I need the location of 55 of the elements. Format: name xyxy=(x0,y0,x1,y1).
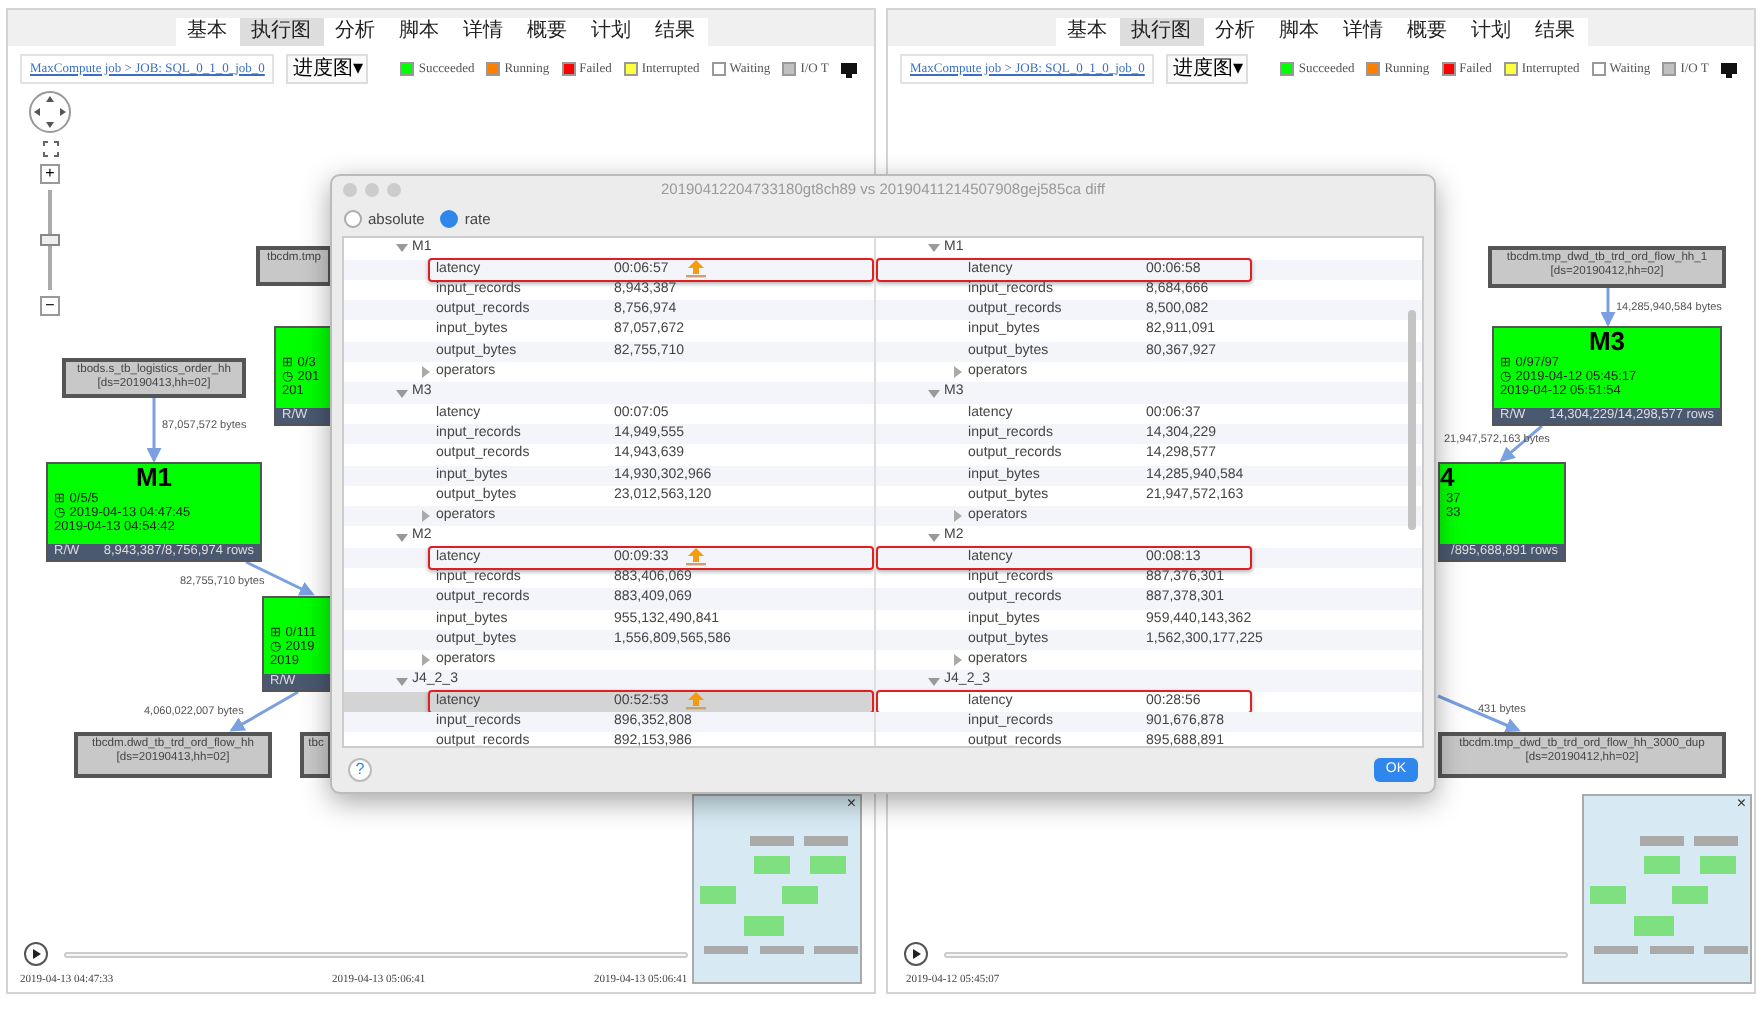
collapsed-triangle-icon[interactable] xyxy=(952,366,965,379)
timeline-track[interactable] xyxy=(944,952,1568,958)
minimap-close-button[interactable]: × xyxy=(1736,796,1746,812)
tab[interactable]: 计划 xyxy=(579,18,643,46)
tab[interactable]: 分析 xyxy=(323,18,387,46)
edge-arrow xyxy=(1600,288,1616,327)
expanded-triangle-icon[interactable] xyxy=(928,387,941,400)
tab[interactable]: 基本 xyxy=(175,18,239,46)
zoom-slider[interactable] xyxy=(40,190,60,290)
tab[interactable]: 详情 xyxy=(1331,18,1395,46)
view-dropdown[interactable]: 进度图▾ xyxy=(1166,54,1249,84)
tab[interactable]: 结果 xyxy=(643,18,707,46)
tab[interactable]: 详情 xyxy=(451,18,515,46)
play-button[interactable] xyxy=(904,942,928,966)
play-button[interactable] xyxy=(24,942,48,966)
expanded-triangle-icon[interactable] xyxy=(396,531,408,544)
minimap-panel[interactable]: × xyxy=(692,794,862,984)
tab[interactable]: 基本 xyxy=(1055,18,1119,46)
tab[interactable]: 分析 xyxy=(1203,18,1267,46)
tab[interactable]: 脚本 xyxy=(1267,18,1331,46)
help-button[interactable]: ? xyxy=(348,758,372,783)
collapsed-triangle-icon[interactable] xyxy=(952,654,965,667)
monitor-icon[interactable] xyxy=(840,61,859,77)
expanded-triangle-icon[interactable] xyxy=(396,242,408,255)
view-dropdown[interactable]: 进度图▾ xyxy=(286,54,369,84)
zoom-thumb[interactable] xyxy=(40,234,60,246)
fit-screen-icon[interactable] xyxy=(41,140,59,158)
edge-arrow xyxy=(146,398,162,463)
tab[interactable]: 概要 xyxy=(1395,18,1459,46)
collapsed-triangle-icon[interactable] xyxy=(420,366,432,379)
expanded-triangle-icon[interactable] xyxy=(928,531,941,544)
timeline-track[interactable] xyxy=(64,952,688,958)
expanded-triangle-icon[interactable] xyxy=(928,242,941,255)
node-title: 4 xyxy=(1440,464,1457,492)
tab[interactable]: 结果 xyxy=(1523,18,1587,46)
collapsed-triangle-icon[interactable] xyxy=(420,654,432,667)
expanded-triangle-icon[interactable] xyxy=(396,675,408,688)
expanded-triangle-icon[interactable] xyxy=(928,675,941,688)
tab[interactable]: 脚本 xyxy=(387,18,451,46)
scrollbar-thumb[interactable] xyxy=(1408,310,1416,531)
monitor-icon[interactable] xyxy=(1720,61,1739,77)
tab[interactable]: 计划 xyxy=(1459,18,1523,46)
expanded-triangle-icon[interactable] xyxy=(396,387,408,400)
minimap-close-button[interactable]: × xyxy=(846,796,856,812)
minimap-panel[interactable]: × xyxy=(1582,794,1752,984)
tab[interactable]: 执行图 xyxy=(239,18,323,46)
collapsed-triangle-icon[interactable] xyxy=(420,510,432,523)
zoom-out-button[interactable]: − xyxy=(40,296,60,316)
tab[interactable]: 概要 xyxy=(515,18,579,46)
zoom-in-button[interactable]: + xyxy=(40,164,60,184)
node-title: M1 xyxy=(133,464,175,492)
node-title: M3 xyxy=(1586,328,1628,356)
pan-control-icon[interactable] xyxy=(28,90,72,134)
tab[interactable]: 执行图 xyxy=(1119,18,1203,46)
collapsed-triangle-icon[interactable] xyxy=(952,510,965,523)
